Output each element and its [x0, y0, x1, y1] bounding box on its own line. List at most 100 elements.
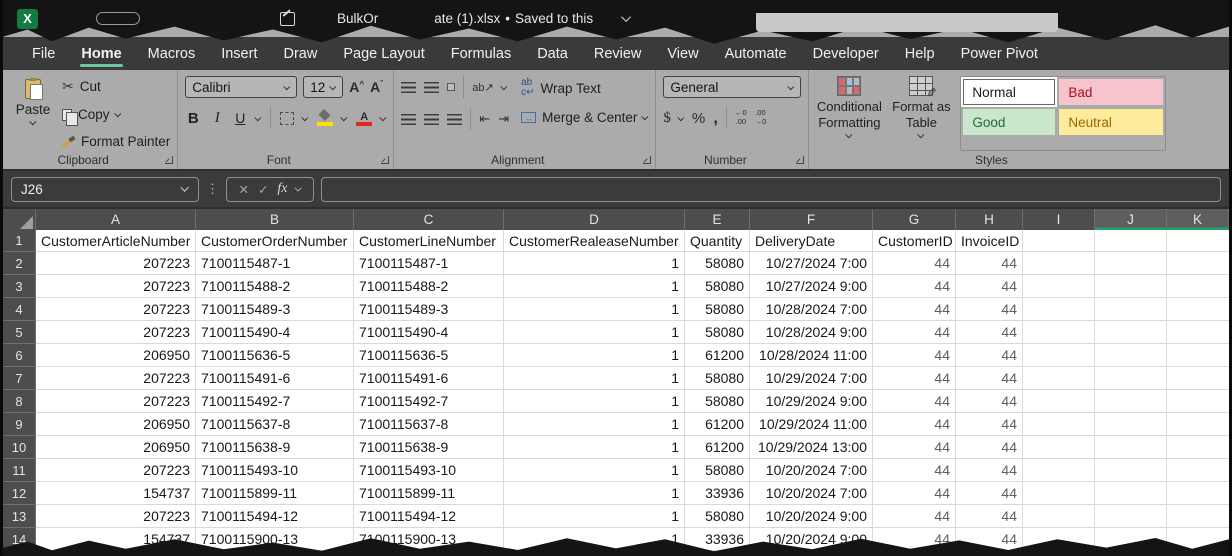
orientation-icon[interactable]: ab↗ [472, 81, 493, 94]
cell-A13[interactable]: 207223 [36, 505, 196, 528]
tab-macros[interactable]: Macros [135, 37, 209, 70]
column-header-f[interactable]: F [750, 209, 873, 230]
cell-C5[interactable]: 7100115490-4 [354, 321, 504, 344]
increase-indent-icon[interactable]: ⇥ [498, 111, 509, 127]
cell-D2[interactable]: 1 [504, 252, 685, 275]
cell-E5[interactable]: 58080 [685, 321, 750, 344]
cell-I10[interactable] [1023, 436, 1095, 459]
copy-button[interactable]: Copy [62, 107, 170, 122]
column-header-k[interactable]: K [1167, 209, 1229, 230]
cell-K1[interactable] [1167, 230, 1229, 252]
cell-D11[interactable]: 1 [504, 459, 685, 482]
clipboard-dialog-launcher-icon[interactable] [165, 156, 173, 164]
tab-review[interactable]: Review [581, 37, 655, 70]
cell-D12[interactable]: 1 [504, 482, 685, 505]
cell-J2[interactable] [1095, 252, 1167, 275]
tab-help[interactable]: Help [892, 37, 948, 70]
cell-H12[interactable]: 44 [956, 482, 1023, 505]
cell-I8[interactable] [1023, 390, 1095, 413]
cell-I1[interactable] [1023, 230, 1095, 252]
cell-K9[interactable] [1167, 413, 1229, 436]
number-dialog-launcher-icon[interactable] [796, 156, 804, 164]
cell-E13[interactable]: 58080 [685, 505, 750, 528]
document-title[interactable]: BulkOr ate (1).xlsx • Saved to this [337, 11, 631, 26]
cell-E8[interactable]: 58080 [685, 390, 750, 413]
paste-chevron-icon[interactable] [29, 118, 36, 125]
cell-G5[interactable]: 44 [873, 321, 956, 344]
cell-D10[interactable]: 1 [504, 436, 685, 459]
cell-H3[interactable]: 44 [956, 275, 1023, 298]
copy-chevron-icon[interactable] [114, 110, 121, 117]
cell-K4[interactable] [1167, 298, 1229, 321]
cell-I11[interactable] [1023, 459, 1095, 482]
column-header-e[interactable]: E [685, 209, 750, 230]
font-dialog-launcher-icon[interactable] [381, 156, 389, 164]
decrease-indent-icon[interactable]: ⇤ [479, 111, 490, 127]
cell-A12[interactable]: 154737 [36, 482, 196, 505]
cell-H8[interactable]: 44 [956, 390, 1023, 413]
cell-style-bad[interactable]: Bad [1059, 79, 1163, 105]
cell-I7[interactable] [1023, 367, 1095, 390]
increase-font-size-button[interactable]: A^ [349, 79, 364, 95]
cell-K8[interactable] [1167, 390, 1229, 413]
underline-button[interactable]: U [233, 110, 247, 126]
cell-B1[interactable]: CustomerOrderNumber [196, 230, 354, 252]
cell-E12[interactable]: 33936 [685, 482, 750, 505]
cancel-formula-icon[interactable]: ✕ [238, 182, 248, 197]
cell-B5[interactable]: 7100115490-4 [196, 321, 354, 344]
cell-C3[interactable]: 7100115488-2 [354, 275, 504, 298]
cell-F6[interactable]: 10/28/2024 11:00 [750, 344, 873, 367]
cell-H13[interactable]: 44 [956, 505, 1023, 528]
quick-access-edit-icon[interactable] [280, 12, 295, 26]
tab-insert[interactable]: Insert [208, 37, 270, 70]
cell-F5[interactable]: 10/28/2024 9:00 [750, 321, 873, 344]
column-header-b[interactable]: B [196, 209, 354, 230]
cell-K13[interactable] [1167, 505, 1229, 528]
cell-I13[interactable] [1023, 505, 1095, 528]
cell-I5[interactable] [1023, 321, 1095, 344]
tab-formulas[interactable]: Formulas [438, 37, 524, 70]
cell-G10[interactable]: 44 [873, 436, 956, 459]
currency-button[interactable]: $ [663, 110, 671, 127]
row-header-7[interactable]: 7 [3, 367, 36, 390]
cell-C1[interactable]: CustomerLineNumber [354, 230, 504, 252]
autosave-toggle[interactable] [96, 12, 140, 25]
cell-B12[interactable]: 7100115899-11 [196, 482, 354, 505]
tab-home[interactable]: Home [68, 37, 134, 70]
cell-H7[interactable]: 44 [956, 367, 1023, 390]
cell-G1[interactable]: CustomerID [873, 230, 956, 252]
cell-A6[interactable]: 206950 [36, 344, 196, 367]
cell-F9[interactable]: 10/29/2024 11:00 [750, 413, 873, 436]
row-header-3[interactable]: 3 [3, 275, 36, 298]
format-painter-button[interactable]: Format Painter [62, 134, 170, 149]
cell-D4[interactable]: 1 [504, 298, 685, 321]
cell-F1[interactable]: DeliveryDate [750, 230, 873, 252]
fx-chevron-icon[interactable] [294, 184, 301, 191]
cell-style-neutral[interactable]: Neutral [1059, 109, 1163, 135]
borders-icon[interactable] [280, 112, 294, 125]
cell-C2[interactable]: 7100115487-1 [354, 252, 504, 275]
row-header-12[interactable]: 12 [3, 482, 36, 505]
font-name-combo[interactable]: Calibri [185, 76, 297, 98]
cell-J13[interactable] [1095, 505, 1167, 528]
font-size-combo[interactable]: 12 [303, 76, 343, 98]
underline-chevron-icon[interactable] [255, 114, 262, 121]
name-box[interactable]: J26 [11, 177, 199, 202]
cell-A1[interactable]: CustomerArticleNumber [36, 230, 196, 252]
cell-D6[interactable]: 1 [504, 344, 685, 367]
cell-E7[interactable]: 58080 [685, 367, 750, 390]
align-right-button[interactable] [447, 114, 462, 125]
cell-H11[interactable]: 44 [956, 459, 1023, 482]
cell-F2[interactable]: 10/27/2024 7:00 [750, 252, 873, 275]
cell-A8[interactable]: 207223 [36, 390, 196, 413]
row-header-13[interactable]: 13 [3, 505, 36, 528]
cell-K5[interactable] [1167, 321, 1229, 344]
cell-I12[interactable] [1023, 482, 1095, 505]
cell-B3[interactable]: 7100115488-2 [196, 275, 354, 298]
merge-center-chevron-icon[interactable] [642, 113, 649, 120]
cell-K7[interactable] [1167, 367, 1229, 390]
cell-J6[interactable] [1095, 344, 1167, 367]
confirm-formula-icon[interactable]: ✓ [258, 182, 268, 197]
title-chevron-down-icon[interactable] [621, 12, 631, 22]
cell-D5[interactable]: 1 [504, 321, 685, 344]
